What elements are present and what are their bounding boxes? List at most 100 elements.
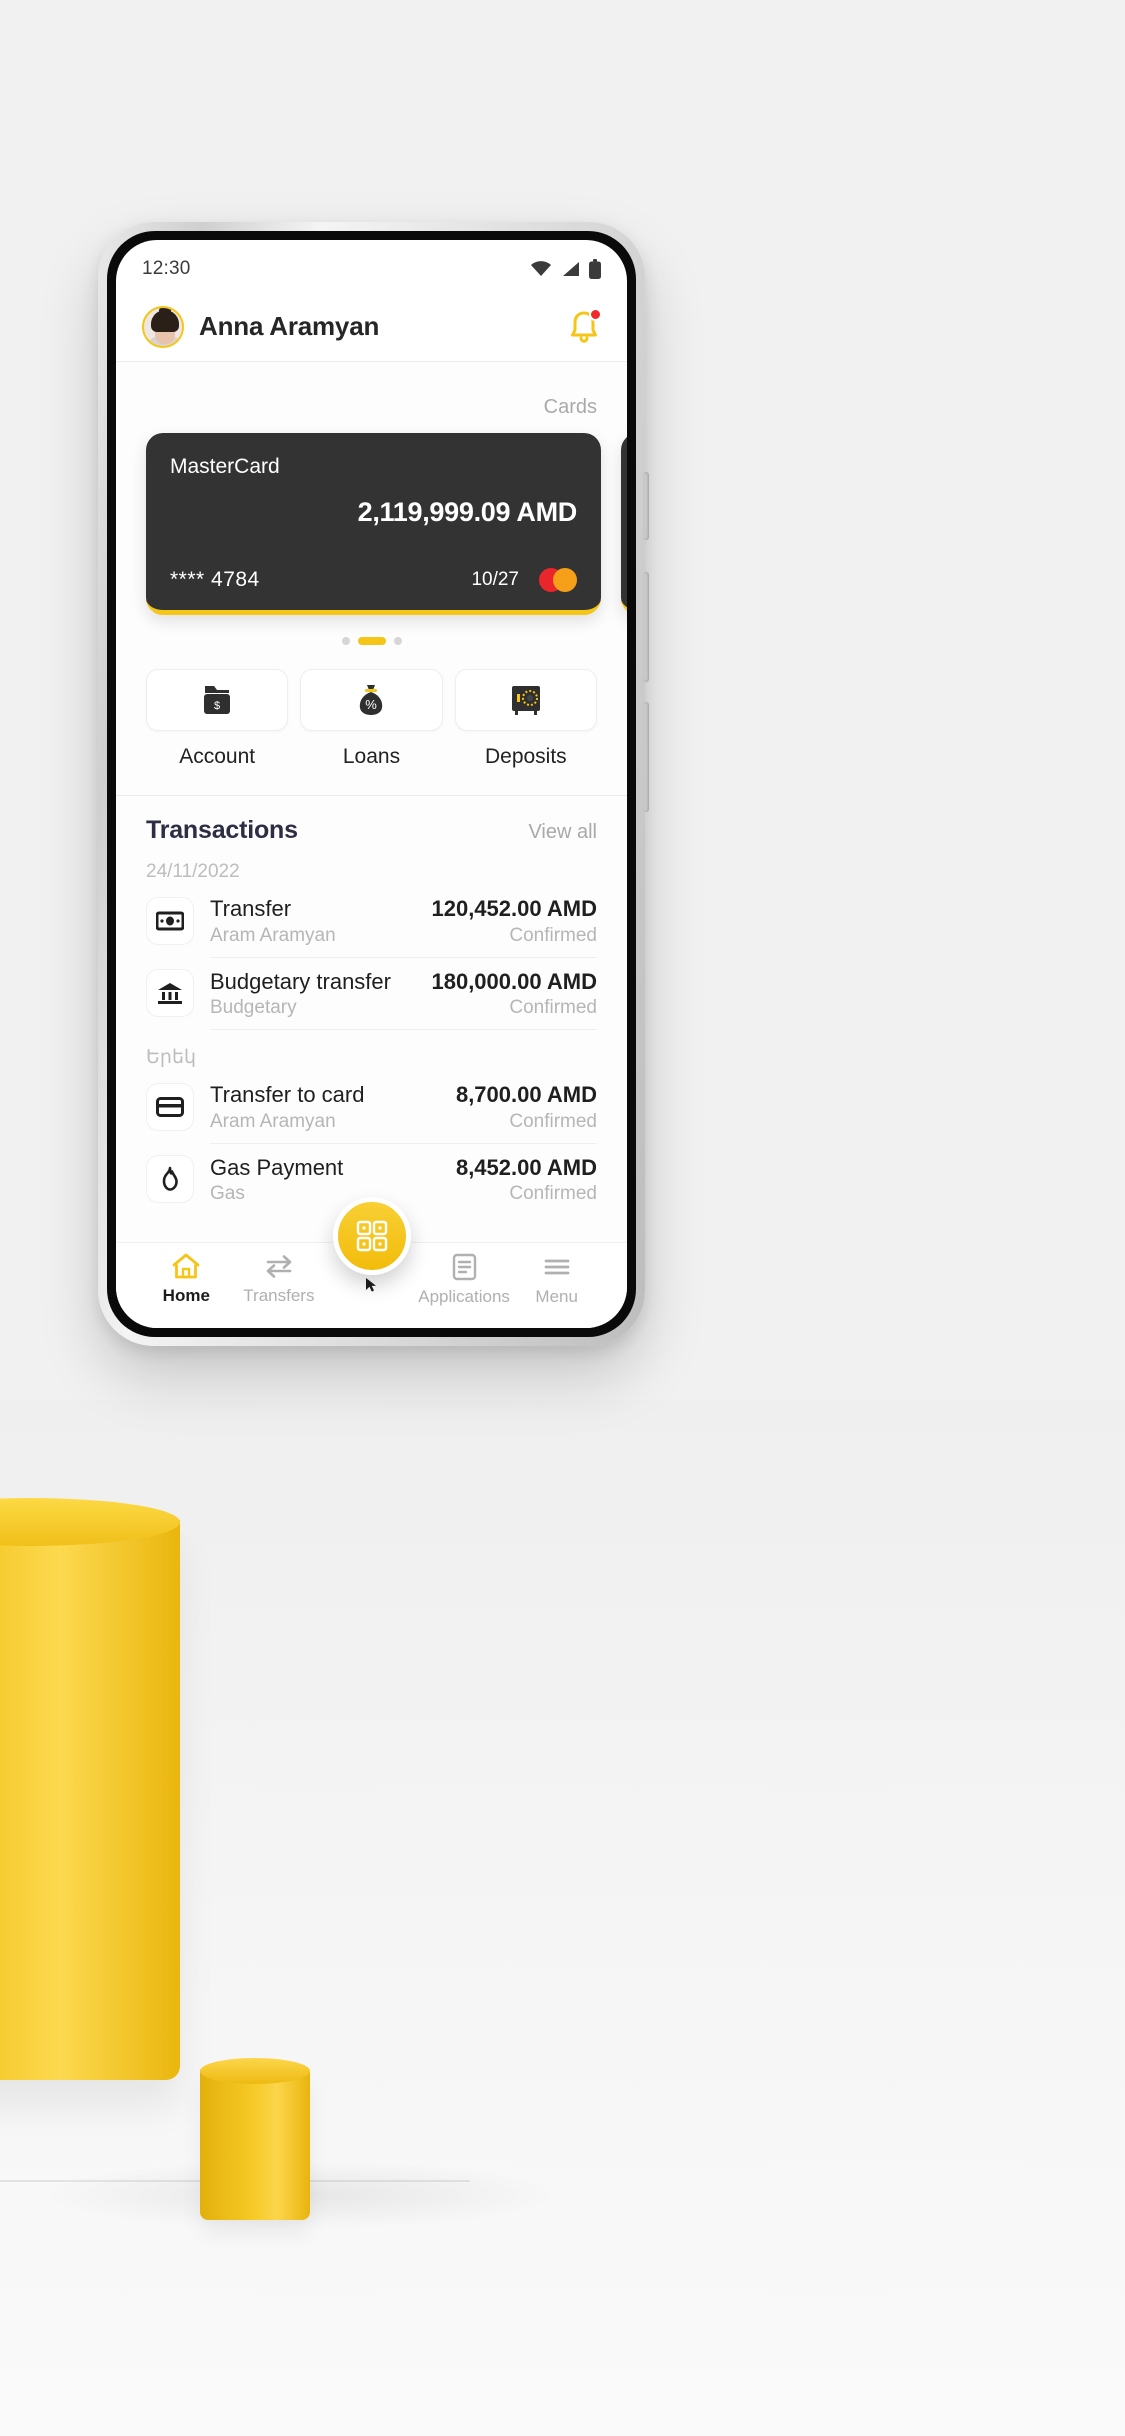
device-button-mute[interactable] [643,472,649,540]
pagination-dot[interactable] [341,637,350,645]
transaction-info: Budgetary transfer Budgetary [210,968,415,1020]
home-scroll-area[interactable]: Cards MasterCard 2,119,999.09 AMD **** 4… [116,362,627,1242]
transaction-amount: 8,700.00 AMD [455,1082,597,1107]
transaction-counterparty: Budgetary [210,997,297,1018]
app-header: Anna Aramyan [116,292,627,362]
quick-action-account-tile[interactable]: $ [146,669,289,731]
transaction-amount-block: 120,452.00 AMD Confirmed [431,895,597,947]
nav-item-applications[interactable]: Applications [418,1253,511,1307]
status-badge: Confirmed [509,1110,597,1132]
nav-item-home-label: Home [162,1286,210,1305]
transaction-amount: 120,452.00 AMD [431,896,597,921]
transaction-amount: 8,452.00 AMD [455,1154,597,1180]
prop-cylinder-large [0,1520,180,2080]
safe-vault-icon [511,686,540,715]
transaction-counterparty: Aram Aramyan [210,924,336,946]
cards-section-label: Cards [543,396,597,418]
transaction-icon-wrap [146,1155,194,1204]
mastercard-logo [539,568,577,592]
bank-building-icon [158,983,182,1005]
phone-bezel: 12:30 Anna Aramyan Cards MasterCard 2,11… [107,231,636,1337]
wifi-icon [530,261,552,277]
mouse-cursor-icon [365,1278,376,1292]
nav-item-applications-label: Applications [418,1287,510,1306]
transactions-date-group: Երեկ [146,1047,197,1068]
signal-icon [561,261,580,277]
notification-bell-button[interactable] [567,307,602,345]
banknote-icon [156,911,184,931]
nav-item-menu[interactable]: Menu [510,1253,603,1307]
transaction-icon-wrap [146,896,194,945]
card-masked-number: **** 4784 [170,568,260,591]
avatar[interactable] [142,305,184,348]
table-row[interactable]: Budgetary transfer Budgetary 180,000.00 … [116,958,627,1030]
nav-item-home[interactable]: Home [140,1253,233,1306]
quick-action-account-label: Account [179,745,256,768]
applications-icon [452,1253,476,1281]
status-bar: 12:30 [116,240,627,292]
menu-hamburger-icon [544,1259,570,1275]
transaction-name: Gas Payment [210,1154,344,1180]
folder-dollar-icon: $ [204,686,231,714]
prop-cylinder-small [200,2070,310,2220]
quick-action-loans[interactable]: % Loans [300,669,443,769]
status-badge: Confirmed [509,924,597,946]
flame-gas-icon [162,1166,178,1192]
prop-cylinder-small-top [200,2058,310,2084]
quick-action-account[interactable]: $ Account [146,669,289,769]
quick-actions-row: $ Account % Loans Deposits [116,659,627,769]
transaction-amount-block: 180,000.00 AMD Confirmed [431,968,597,1020]
nav-item-menu-label: Menu [535,1287,578,1306]
transactions-header: Transactions View all [116,796,627,845]
table-row[interactable]: Transfer to card Aram Aramyan 8,700.00 A… [116,1071,627,1143]
svg-text:$: $ [214,700,220,712]
view-all-link[interactable]: View all [528,821,597,844]
quick-action-deposits-tile[interactable] [454,669,597,731]
transaction-icon-wrap [146,969,194,1018]
carousel-pagination [116,623,627,659]
card-bottom-row: **** 4784 10/27 [170,546,577,592]
home-icon [172,1253,200,1279]
cards-label-row: Cards [116,362,627,429]
qr-code-icon [356,1220,387,1252]
transaction-amount: 180,000.00 AMD [431,968,597,994]
phone-screen: 12:30 Anna Aramyan Cards MasterCard 2,11… [116,240,627,1328]
quick-action-loans-label: Loans [342,745,401,768]
battery-icon [589,259,601,279]
quick-action-loans-tile[interactable]: % [300,669,443,731]
svg-text:%: % [366,697,378,712]
pagination-dot[interactable] [393,637,402,645]
status-badge: Confirmed [509,997,597,1018]
transaction-icon-wrap [146,1082,194,1131]
card-brand-label: MasterCard [170,455,280,478]
transaction-counterparty: Gas [210,1183,245,1204]
transaction-name: Transfer to card [210,1082,365,1107]
transactions-date-group: 24/11/2022 [146,861,240,882]
transfers-icon [266,1255,292,1278]
device-button-power[interactable] [643,702,649,812]
quick-action-deposits-label: Deposits [484,745,567,768]
bottom-navigation: Home Transfers Applications Menu [116,1197,627,1328]
card-meta-group: 10/27 [471,568,577,592]
nav-item-transfers[interactable]: Transfers [233,1253,326,1306]
phone-device: 12:30 Anna Aramyan Cards MasterCard 2,11… [98,222,649,1346]
quick-action-deposits[interactable]: Deposits [454,669,597,769]
table-row[interactable]: Transfer Aram Aramyan 120,452.00 AMD Con… [116,885,627,957]
transaction-amount-block: 8,700.00 AMD Confirmed [456,1081,597,1133]
cards-carousel[interactable]: MasterCard 2,119,999.09 AMD **** 4784 10… [116,433,627,623]
mastercard-circle-orange [553,568,577,592]
device-button-volume-up[interactable] [643,572,649,682]
page-title: Anna Aramyan [199,311,380,341]
bank-card-primary[interactable]: MasterCard 2,119,999.09 AMD **** 4784 10… [146,433,601,615]
qr-scan-fab[interactable] [332,1197,411,1275]
transaction-name: Budgetary transfer [210,968,391,994]
transaction-info: Gas Payment Gas [210,1154,440,1206]
money-bag-percent-icon: % [360,685,383,715]
card-balance: 2,119,999.09 AMD [357,497,578,527]
transaction-name: Transfer [210,896,292,921]
card-expiry: 10/27 [471,569,519,590]
nav-item-transfers-label: Transfers [243,1286,315,1305]
pagination-dot-active[interactable] [357,637,386,645]
credit-card-icon [156,1096,184,1117]
bank-card-next-peek[interactable] [621,433,627,615]
